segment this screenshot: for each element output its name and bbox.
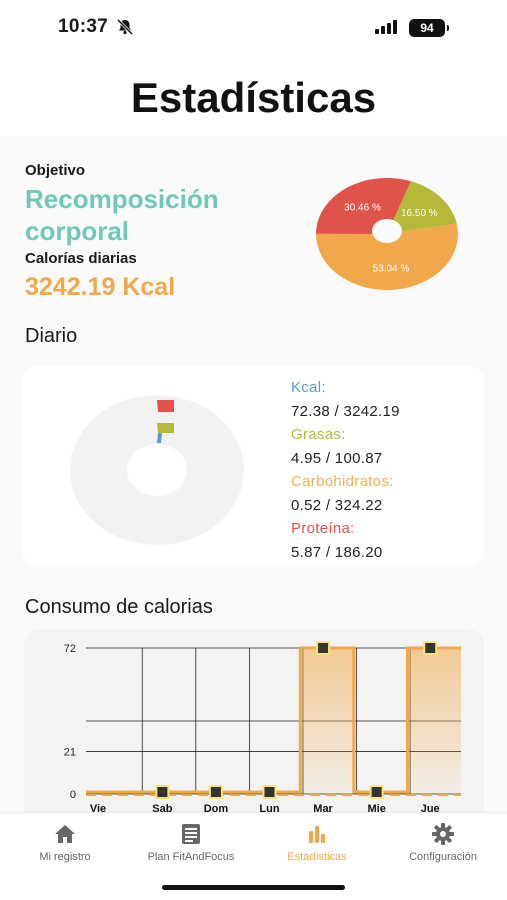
pie-slice-label: 53.04 % (373, 263, 410, 274)
home-indicator (162, 885, 345, 890)
consumption-chart-card: 72 21 0 Vie Sab Dom Lun Mar Mie Jue (24, 630, 484, 820)
tab-mi-registro[interactable]: Mi registro (2, 823, 128, 863)
kcal-label: Kcal: (291, 379, 326, 396)
tab-estadisticas[interactable]: Estadísticas (254, 823, 380, 863)
point-marker (264, 787, 275, 797)
protein-progress-arc (157, 400, 174, 412)
fat-value: 4.95 / 100.87 (291, 449, 383, 467)
gear-icon (432, 823, 454, 845)
fat-progress-arc (157, 423, 174, 433)
objective-label: Objetivo (25, 162, 86, 179)
carbs-label: Carbohidratos: (291, 473, 394, 490)
pie-slice-label: 16.50 % (401, 208, 438, 219)
status-time: 10:37 (58, 16, 109, 37)
tab-label: Plan FitAndFocus (147, 851, 235, 863)
macro-summary: Kcal: 72.38 / 3242.19 Grasas: 4.95 / 100… (291, 376, 400, 564)
daily-calories-value: 3242.19 Kcal (25, 273, 176, 301)
y-tick-label: 0 (70, 789, 76, 801)
tab-configuracion[interactable]: Configuración (380, 823, 506, 863)
tab-label: Mi registro (39, 851, 91, 863)
point-marker (425, 643, 436, 653)
fat-label: Grasas: (291, 426, 346, 443)
page-title: Estadísticas (130, 74, 377, 121)
point-marker (210, 787, 221, 797)
signal-icon (375, 20, 397, 34)
tab-plan-fitandfocus[interactable]: Plan FitAndFocus (128, 823, 254, 863)
list-icon (182, 824, 200, 844)
battery-indicator: 94 (409, 19, 449, 37)
carbs-value: 0.52 / 324.22 (291, 496, 383, 514)
consumption-chart: 72210Vie Sab Dom Lun Mar Mie Jue (64, 641, 461, 815)
tab-label: Estadísticas (287, 851, 347, 863)
protein-value: 5.87 / 186.20 (291, 543, 383, 561)
daily-calories-label: Calorías diarias (25, 250, 137, 267)
kcal-value: 72.38 / 3242.19 (291, 402, 400, 420)
status-bar: 10:37 94 (0, 0, 507, 60)
daily-progress-donut (70, 395, 244, 545)
macro-distribution-pie: 30.46 % 16.50 % 53.04 % (316, 178, 458, 290)
protein-label: Proteína: (291, 520, 355, 537)
objective-value: Recomposición corporal (25, 184, 219, 246)
pie-hole (372, 219, 402, 243)
bell-muted-icon (116, 18, 134, 36)
point-marker (371, 787, 382, 797)
pie-slice-label: 30.46 % (344, 203, 381, 214)
tab-label: Configuración (409, 851, 477, 863)
bar-chart-icon (309, 826, 325, 843)
y-tick-label: 72 (64, 643, 76, 655)
home-icon (55, 825, 75, 843)
y-tick-label: 21 (64, 746, 76, 758)
daily-section-title: Diario (25, 325, 78, 347)
consumption-section-title: Consumo de calorias (25, 596, 213, 618)
point-marker (318, 643, 329, 653)
point-marker (157, 787, 168, 797)
